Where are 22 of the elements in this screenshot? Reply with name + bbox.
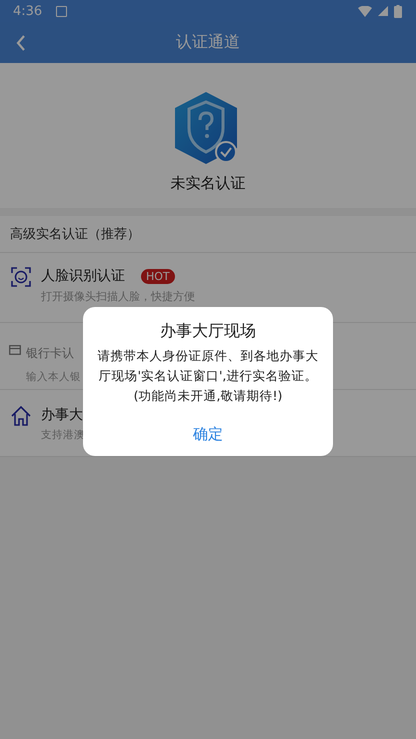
option-description: 支持港澳 (41, 428, 85, 442)
back-icon[interactable] (16, 35, 26, 51)
dialog-title: 办事大厅现场 (160, 321, 256, 342)
option-title: 银行卡认 (26, 345, 74, 362)
confirm-button[interactable]: 确定 (183, 423, 233, 446)
card-icon (9, 345, 21, 355)
option-title: 人脸识别认证 (41, 267, 125, 285)
status-time: 4:36 (13, 4, 42, 18)
page-title: 认证通道 (176, 32, 240, 53)
option-description: 输入本人银 (26, 370, 81, 384)
verification-status: 未实名认证 (170, 174, 246, 193)
face-scan-icon (11, 267, 31, 287)
section-title: 高级实名认证（推荐） (0, 216, 416, 253)
option-description: 打开摄像头扫描人脸，快捷方便 (41, 289, 195, 304)
dialog-message: 请携带本人身份证原件、到各地办事大厅现场'实名认证窗口',进行实名验证。(功能尚未开通,敬请期待!) (96, 347, 320, 405)
hot-badge: HOT (141, 268, 175, 284)
option-title: 办事大 (41, 406, 83, 424)
battery-icon (394, 4, 402, 18)
house-icon (11, 406, 31, 426)
wifi-icon (358, 6, 372, 16)
notification-icon (56, 6, 68, 16)
signal-icon (378, 6, 388, 16)
